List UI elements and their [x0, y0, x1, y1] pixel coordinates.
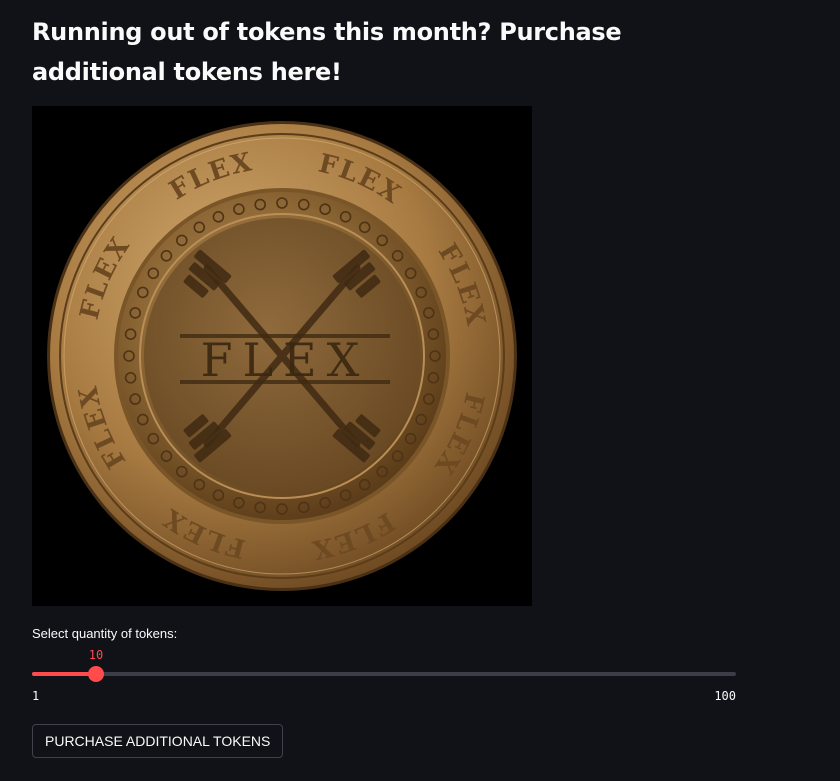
slider-label: Select quantity of tokens: [32, 626, 178, 641]
page-title: Running out of tokens this month? Purcha… [32, 18, 622, 86]
purchase-tokens-button[interactable]: PURCHASE ADDITIONAL TOKENS [32, 724, 284, 758]
slider-min-label: 1 [32, 689, 40, 703]
coin-illustration: FLEX FLEX FLEX FLEX FLEX FLEX FLEX FLEX [47, 121, 517, 591]
center-text: FLEX [201, 333, 370, 387]
slider-thumb[interactable] [88, 666, 104, 682]
flex-coin-image: FLEX FLEX FLEX FLEX FLEX FLEX FLEX FLEX [32, 106, 532, 606]
slider-max-label: 100 [714, 689, 736, 703]
slider-fill [32, 672, 96, 676]
token-quantity-slider[interactable]: 10 [32, 648, 736, 682]
slider-current-value: 10 [88, 648, 104, 662]
token-purchase-page: Running out of tokens this month? Purcha… [0, 0, 840, 781]
